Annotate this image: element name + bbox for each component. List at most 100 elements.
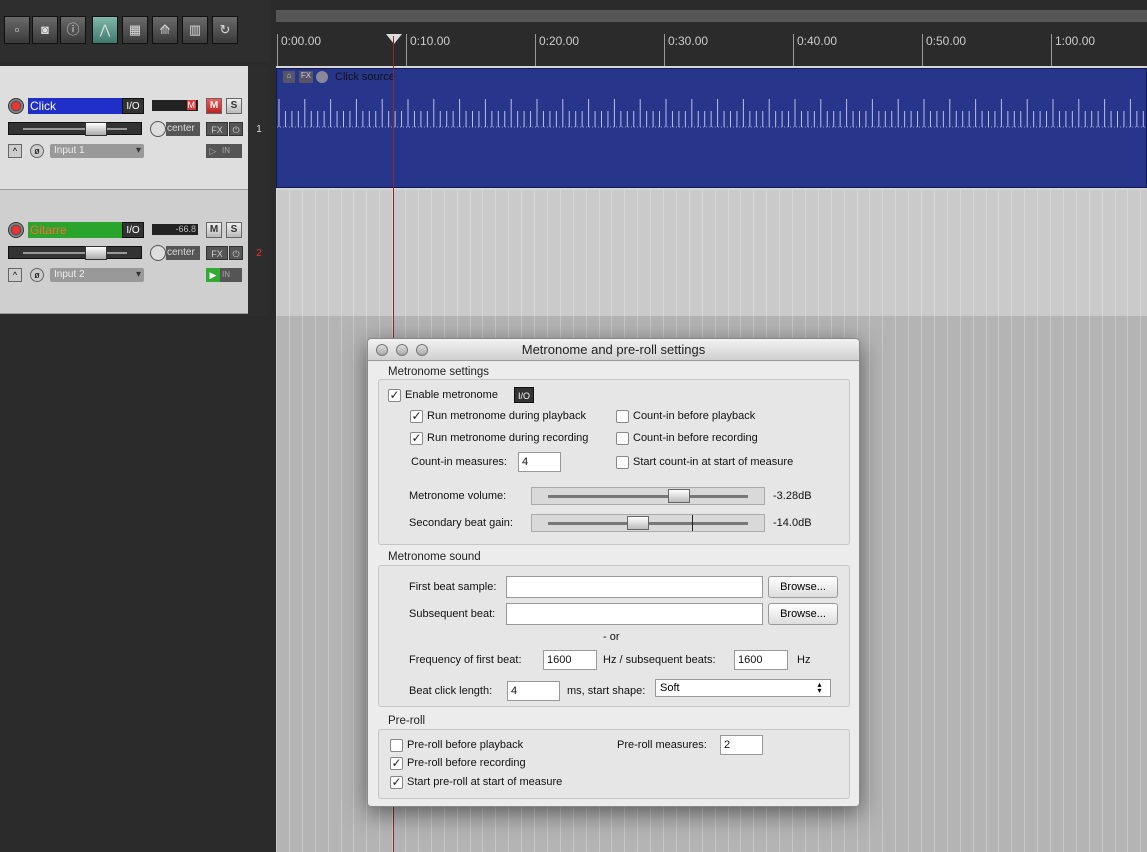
grid-line bbox=[1088, 190, 1090, 852]
record-arm-button[interactable] bbox=[8, 222, 24, 238]
metronome-io-button[interactable]: I/O bbox=[514, 387, 534, 403]
grid-line bbox=[1127, 190, 1129, 852]
project-settings-icon[interactable]: ⓘ bbox=[60, 16, 86, 44]
dialog-title[interactable]: Metronome and pre-roll settings bbox=[368, 339, 859, 361]
mute-button[interactable]: M bbox=[206, 98, 222, 114]
phase-invert-icon[interactable]: ø bbox=[30, 268, 44, 282]
track-name[interactable]: Gitarre bbox=[28, 222, 122, 238]
enable-metronome-label: Enable metronome bbox=[405, 389, 498, 401]
grid-line bbox=[1114, 190, 1116, 852]
record-mode-button[interactable]: IN bbox=[220, 268, 242, 282]
close-window-icon[interactable] bbox=[376, 344, 388, 356]
main-toolbar: ▫ ◙ ⓘ ⋀ ▦ ⟰ ▥ ↻ bbox=[0, 0, 270, 62]
click-length-input[interactable]: 4 bbox=[507, 681, 560, 701]
secondary-gain-slider[interactable] bbox=[531, 514, 765, 532]
first-beat-input[interactable] bbox=[506, 576, 763, 598]
unity-marker bbox=[692, 515, 693, 531]
countin-measures-input[interactable]: 4 bbox=[518, 452, 561, 472]
gain-slider-knob[interactable] bbox=[627, 516, 649, 530]
monitor-icon[interactable]: ▶ bbox=[206, 268, 220, 282]
grid-line bbox=[908, 190, 910, 852]
fx-bypass-icon[interactable]: ⏻ bbox=[229, 122, 243, 136]
timeline-ruler[interactable]: 0:00.00 0:10.00 0:20.00 0:30.00 0:40.00 … bbox=[276, 0, 1147, 66]
track-2[interactable]: Gitarre I/O -66.8 M S center FX ⏻ ^ ø In… bbox=[0, 190, 262, 314]
run-playback-checkbox[interactable]: ✓ bbox=[410, 410, 423, 423]
envelope-icon[interactable]: ^ bbox=[8, 268, 22, 282]
preroll-measure-label: Start pre-roll at start of measure bbox=[407, 776, 563, 788]
volume-fader[interactable] bbox=[8, 122, 142, 136]
input-select[interactable]: Input 1 bbox=[50, 144, 144, 158]
start-countin-checkbox[interactable] bbox=[616, 456, 629, 469]
save-project-icon[interactable]: ◙ bbox=[32, 16, 58, 44]
pan-knob[interactable] bbox=[150, 245, 166, 261]
pan-value: center bbox=[166, 122, 200, 136]
ruler-tick: 0:40.00 bbox=[793, 34, 837, 66]
input-select[interactable]: Input 2 bbox=[50, 268, 144, 282]
fx-button[interactable]: FX bbox=[206, 122, 228, 136]
record-arm-button[interactable] bbox=[8, 98, 24, 114]
fx-bypass-icon[interactable]: ⏻ bbox=[229, 246, 243, 260]
media-item[interactable]: ⌂ FX Click source bbox=[276, 68, 1147, 188]
browse-subsequent-button[interactable]: Browse... bbox=[768, 603, 838, 625]
fader-knob[interactable] bbox=[85, 122, 107, 136]
fader-knob[interactable] bbox=[85, 246, 107, 260]
envelope-icon[interactable]: ^ bbox=[8, 144, 22, 158]
grid-line bbox=[276, 190, 277, 852]
item-properties-icon[interactable] bbox=[316, 71, 328, 83]
preroll-measure-checkbox[interactable]: ✓ bbox=[390, 776, 403, 789]
start-shape-select[interactable]: Soft bbox=[655, 679, 831, 697]
loop-icon[interactable]: ↻ bbox=[212, 16, 238, 44]
preroll-recording-checkbox[interactable]: ✓ bbox=[390, 757, 403, 770]
grid-line bbox=[972, 190, 974, 852]
track-2-lane[interactable] bbox=[276, 190, 1147, 316]
freq-subsequent-input[interactable]: 1600 bbox=[734, 650, 788, 670]
grid-line bbox=[946, 190, 948, 852]
ripple-edit-icon[interactable]: ▦ bbox=[122, 16, 148, 44]
pan-knob[interactable] bbox=[150, 121, 166, 137]
phase-invert-icon[interactable]: ø bbox=[30, 144, 44, 158]
ruler-bar[interactable] bbox=[276, 10, 1147, 22]
item-fx-icon[interactable]: FX bbox=[299, 71, 313, 83]
ruler-tick: 1:00.00 bbox=[1051, 34, 1095, 66]
io-button[interactable]: I/O bbox=[122, 222, 144, 238]
metronome-volume-slider[interactable] bbox=[531, 487, 765, 505]
grid-line bbox=[1050, 190, 1051, 852]
monitor-icon[interactable]: ▷ bbox=[206, 144, 220, 158]
fx-button[interactable]: FX bbox=[206, 246, 228, 260]
grid-line bbox=[933, 190, 935, 852]
metronome-settings-heading: Metronome settings bbox=[388, 366, 489, 378]
grid-line bbox=[1037, 190, 1039, 852]
countin-recording-checkbox[interactable] bbox=[616, 432, 629, 445]
auto-crossfade-icon[interactable]: ⋀ bbox=[92, 16, 118, 44]
preroll-group: Pre-roll before playback Pre-roll measur… bbox=[378, 729, 850, 799]
browse-first-button[interactable]: Browse... bbox=[768, 576, 838, 598]
volume-fader[interactable] bbox=[8, 246, 142, 260]
run-recording-checkbox[interactable]: ✓ bbox=[410, 432, 423, 445]
record-mode-button[interactable]: IN bbox=[220, 144, 242, 158]
item-lock-icon[interactable]: ⌂ bbox=[283, 71, 295, 83]
snap-grid-icon[interactable]: ▥ bbox=[182, 16, 208, 44]
track-name[interactable]: Click bbox=[28, 98, 122, 114]
solo-button[interactable]: S bbox=[226, 222, 242, 238]
countin-playback-checkbox[interactable] bbox=[616, 410, 629, 423]
enable-metronome-checkbox[interactable]: ✓ bbox=[388, 389, 401, 402]
preroll-measures-input[interactable]: 2 bbox=[720, 735, 763, 755]
envelope-points-icon[interactable]: ⟰ bbox=[152, 16, 178, 44]
subsequent-beat-input[interactable] bbox=[506, 603, 763, 625]
preroll-playback-checkbox[interactable] bbox=[390, 739, 403, 752]
volume-slider-knob[interactable] bbox=[668, 489, 690, 503]
minimize-window-icon[interactable] bbox=[396, 344, 408, 356]
zoom-window-icon[interactable] bbox=[416, 344, 428, 356]
grid-line bbox=[353, 190, 355, 852]
mute-button[interactable]: M bbox=[206, 222, 222, 238]
io-button[interactable]: I/O bbox=[122, 98, 144, 114]
freq-first-input[interactable]: 1600 bbox=[543, 650, 597, 670]
new-project-icon[interactable]: ▫ bbox=[4, 16, 30, 44]
metronome-dialog: Metronome and pre-roll settings Metronom… bbox=[367, 338, 860, 807]
secondary-gain-label: Secondary beat gain: bbox=[409, 517, 513, 529]
grid-line bbox=[998, 190, 1000, 852]
solo-button[interactable]: S bbox=[226, 98, 242, 114]
playhead-marker-icon[interactable] bbox=[386, 34, 402, 44]
grid-line bbox=[288, 190, 290, 852]
track-1[interactable]: Click I/O M M S center FX ⏻ ^ ø Input 1 … bbox=[0, 66, 262, 190]
